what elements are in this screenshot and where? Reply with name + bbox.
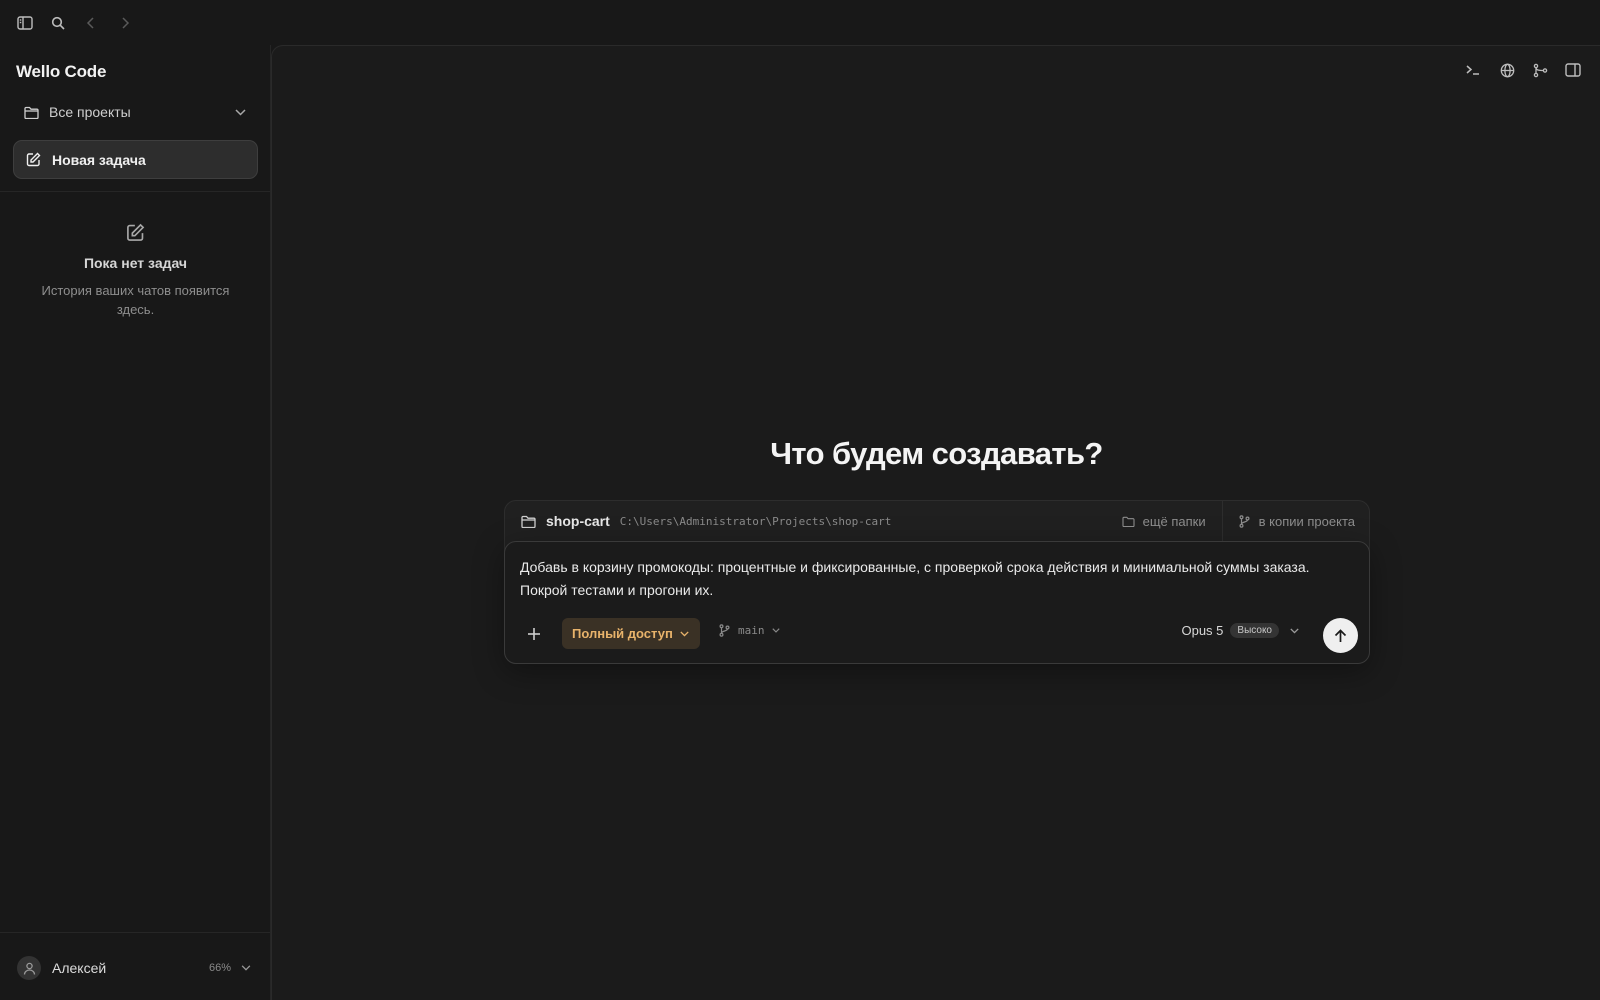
sidebar-divider	[0, 191, 271, 192]
more-folders-label: ещё папки	[1142, 513, 1206, 529]
effort-badge: Высоко	[1230, 623, 1279, 638]
user-menu[interactable]: Алексей 66%	[17, 955, 257, 981]
branch-name: main	[738, 624, 765, 637]
edit-icon	[0, 223, 271, 242]
chevron-down-icon	[1290, 627, 1299, 634]
folder-icon	[24, 106, 39, 119]
app-brand: Wello Code	[16, 62, 107, 81]
page-title: Что будем создавать?	[770, 436, 1103, 471]
branch-selector[interactable]: main	[719, 624, 780, 637]
prompt-input[interactable]: Добавь в корзину промокоды: процентные и…	[520, 556, 1340, 602]
window-topbar	[0, 0, 1600, 45]
forward-arrow-icon[interactable]	[114, 12, 136, 34]
more-folders-button[interactable]: ещё папки	[1122, 514, 1222, 529]
empty-state-description: История ваших чатов появится здесь.	[41, 283, 230, 317]
git-branch-icon	[1239, 514, 1250, 528]
sidebar: Wello Code Все проекты Новая задача Пока…	[0, 45, 271, 1000]
back-arrow-icon[interactable]	[80, 12, 102, 34]
terminal-icon[interactable]	[1463, 60, 1483, 80]
composer-controls: Полный доступ main Opus 5 Высоко	[505, 618, 1371, 653]
model-selector[interactable]: Opus 5 Высоко	[1181, 623, 1299, 638]
folder-icon	[521, 515, 536, 528]
empty-state: Пока нет задач История ваших чатов появи…	[0, 223, 271, 319]
sidebar-bottom-divider	[0, 932, 271, 933]
chevron-down-icon	[241, 965, 251, 971]
project-bar: shop-cart C:\Users\Administrator\Project…	[505, 501, 1371, 541]
new-task-label: Новая задача	[52, 151, 146, 168]
access-level-label: Полный доступ	[572, 626, 673, 641]
projects-label: Все проекты	[49, 104, 131, 120]
panel-toggle-icon[interactable]	[1563, 60, 1583, 80]
new-task-button[interactable]: Новая задача	[13, 140, 258, 179]
plus-icon	[528, 628, 540, 640]
copy-mode-label: в копии проекта	[1258, 513, 1355, 529]
search-icon[interactable]	[47, 12, 69, 34]
folder-icon	[1122, 516, 1135, 527]
add-attachment-button[interactable]	[521, 621, 547, 647]
chevron-down-icon	[680, 630, 689, 637]
user-name: Алексей	[52, 960, 107, 976]
git-branch-icon[interactable]	[1530, 60, 1550, 80]
globe-icon[interactable]	[1497, 60, 1517, 80]
composer-container: shop-cart C:\Users\Administrator\Project…	[504, 500, 1371, 664]
avatar	[17, 956, 41, 980]
arrow-up-icon	[1334, 628, 1347, 642]
projects-dropdown[interactable]: Все проекты	[13, 97, 258, 127]
chevron-down-icon	[771, 628, 780, 633]
model-name: Opus 5	[1181, 623, 1224, 638]
empty-state-title: Пока нет задач	[83, 255, 188, 271]
send-button[interactable]	[1323, 618, 1358, 653]
access-level-dropdown[interactable]: Полный доступ	[562, 618, 700, 649]
edit-icon	[26, 152, 41, 167]
chevron-down-icon	[235, 108, 246, 116]
sidebar-toggle-icon[interactable]	[14, 12, 36, 34]
prompt-composer[interactable]: Добавь в корзину промокоды: процентные и…	[504, 541, 1370, 664]
project-name[interactable]: shop-cart	[546, 513, 610, 529]
project-path: C:\Users\Administrator\Projects\shop-car…	[619, 514, 892, 528]
git-branch-icon	[719, 624, 730, 637]
usage-percent: 66%	[208, 962, 231, 974]
project-copy-mode-button[interactable]: в копии проекта	[1223, 514, 1371, 529]
main-panel: Что будем создавать? shop-cart C:\Users\…	[271, 45, 1600, 1000]
